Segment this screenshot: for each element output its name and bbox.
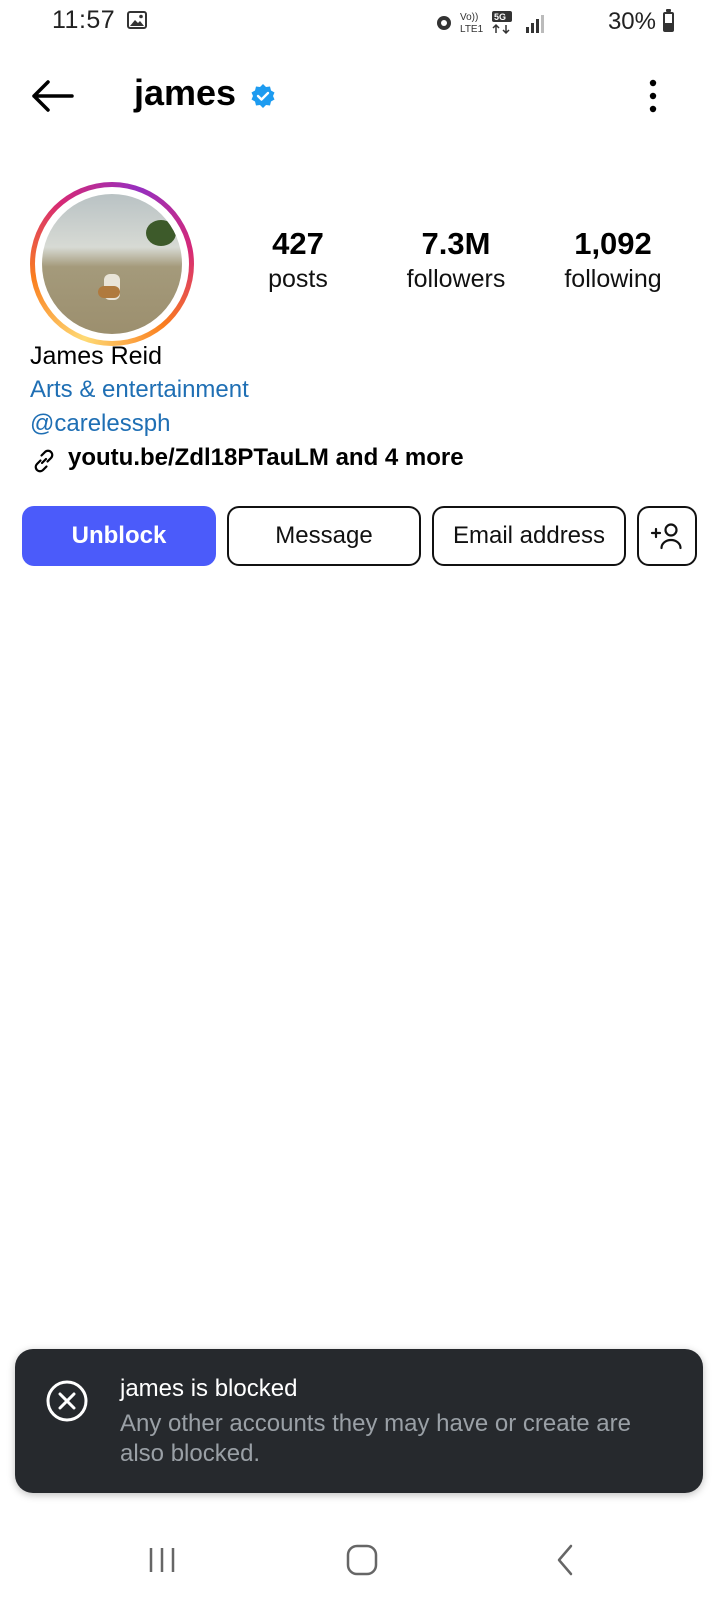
volte-icon: Vo)): [460, 12, 478, 23]
stat-followers-label: followers: [406, 265, 506, 293]
alarm-icon: [437, 16, 451, 30]
profile-category[interactable]: Arts & entertainment: [30, 376, 249, 404]
close-circle-icon[interactable]: [45, 1379, 89, 1423]
more-vertical-icon[interactable]: [645, 78, 661, 114]
status-bar: 11:57 Vo)) LTE1 5G 30%: [0, 0, 718, 46]
stat-posts-value: 427: [272, 226, 324, 261]
stat-posts[interactable]: 427 posts: [228, 226, 368, 296]
back-arrow-icon[interactable]: [28, 76, 78, 116]
signal-icon: [526, 15, 544, 33]
stat-followers-value: 7.3M: [421, 226, 491, 261]
toast-title: james is blocked: [120, 1375, 298, 1402]
stat-following[interactable]: 1,092 following: [543, 226, 683, 296]
svg-text:5G: 5G: [494, 12, 506, 22]
profile-username: james: [134, 72, 237, 113]
blocked-toast: james is blocked Any other accounts they…: [15, 1349, 703, 1493]
stat-followers[interactable]: 7.3M followers: [386, 226, 526, 296]
stat-following-label: following: [564, 265, 662, 293]
network-status-icons: Vo)) LTE1 5G: [437, 11, 544, 35]
home-button-icon[interactable]: [345, 1542, 379, 1578]
link-icon: [34, 449, 54, 473]
battery-icon: [663, 9, 674, 32]
profile-full-name: James Reid: [30, 342, 162, 370]
stat-posts-label: posts: [268, 265, 328, 293]
gallery-icon: [127, 11, 147, 29]
email-address-button[interactable]: Email address: [432, 506, 626, 566]
add-user-icon: [650, 523, 682, 550]
battery-percent: 30%: [607, 8, 656, 35]
unblock-button[interactable]: Unblock: [22, 506, 216, 566]
toast-message: Any other accounts they may have or crea…: [120, 1410, 631, 1467]
profile-handle-link[interactable]: @carelessph: [30, 410, 170, 438]
avatar-photo: [42, 194, 182, 334]
recent-apps-icon[interactable]: [146, 1542, 178, 1578]
system-nav-bar: [0, 1520, 718, 1600]
add-user-button[interactable]: [637, 506, 697, 566]
profile-avatar[interactable]: [30, 182, 194, 346]
profile-link-text: youtu.be/Zdl18PTauLM and 4 more: [68, 444, 464, 471]
message-button[interactable]: Message: [227, 506, 421, 566]
svg-text:LTE1: LTE1: [460, 24, 484, 35]
verified-badge-icon: [251, 84, 275, 108]
status-time: 11:57: [52, 6, 116, 34]
stat-following-value: 1,092: [574, 226, 652, 261]
5g-icon: 5G: [492, 11, 512, 35]
back-icon[interactable]: [552, 1542, 578, 1578]
